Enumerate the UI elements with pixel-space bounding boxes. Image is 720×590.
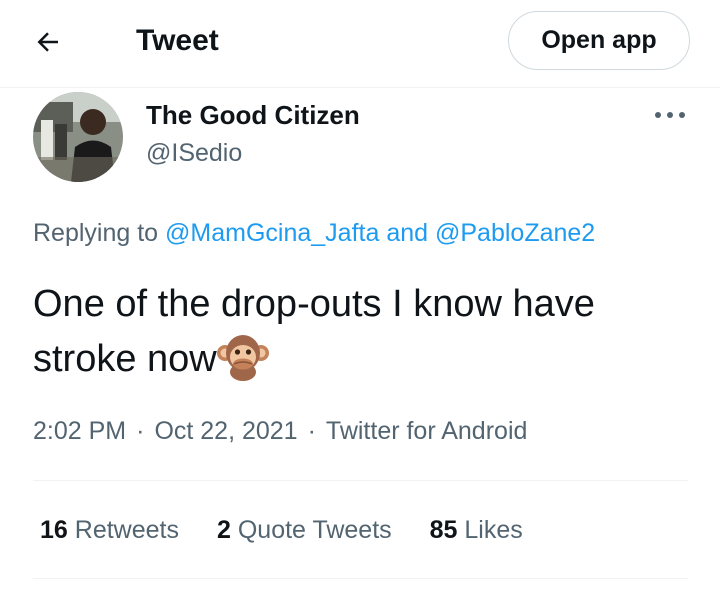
meta-separator: · <box>307 417 316 445</box>
author-handle[interactable]: @ISedio <box>146 137 242 169</box>
avatar-photo <box>33 92 123 182</box>
open-app-button[interactable]: Open app <box>508 11 690 70</box>
retweets-count: 16 <box>40 516 68 544</box>
retweets-stat[interactable]: 16 Retweets <box>40 512 179 548</box>
avatar[interactable] <box>33 92 123 182</box>
more-options-button[interactable] <box>650 100 690 130</box>
divider <box>33 480 688 481</box>
tweet-text-line-1: One of the drop-outs I know have <box>33 283 595 325</box>
retweets-label: Retweets <box>74 516 179 544</box>
tweet-text-line-2: stroke now <box>33 338 217 380</box>
replying-to: Replying to @MamGcina_Jafta and @PabloZa… <box>33 216 595 250</box>
tweet-date[interactable]: Oct 22, 2021 <box>154 417 297 445</box>
quotes-label: Quote Tweets <box>237 516 392 544</box>
top-bar: Tweet Open app <box>0 0 720 88</box>
likes-label: Likes <box>464 516 523 544</box>
meta-separator: · <box>136 417 145 445</box>
reply-joiner: and <box>386 219 429 247</box>
more-dots-icon <box>655 112 685 118</box>
back-button[interactable] <box>28 22 68 62</box>
tweet-meta: 2:02 PM · Oct 22, 2021 · Twitter for Android <box>33 414 527 448</box>
tweet-text: One of the drop-outs I know have stroke … <box>33 278 703 386</box>
page-title: Tweet <box>136 24 219 57</box>
tweet-source[interactable]: Twitter for Android <box>326 417 527 445</box>
reply-mention-2[interactable]: @PabloZane2 <box>435 219 595 247</box>
likes-stat[interactable]: 85 Likes <box>430 512 523 548</box>
speak-no-evil-monkey-emoji <box>216 335 269 381</box>
quote-tweets-stat[interactable]: 2 Quote Tweets <box>217 512 392 548</box>
likes-count: 85 <box>429 516 458 544</box>
replying-prefix: Replying to <box>33 219 159 247</box>
author-display-name[interactable]: The Good Citizen <box>146 99 360 131</box>
reply-mention-1[interactable]: @MamGcina_Jafta <box>165 219 379 247</box>
tweet-time[interactable]: 2:02 PM <box>33 417 126 445</box>
arrow-left-icon <box>37 32 58 52</box>
divider <box>33 578 688 579</box>
quotes-count: 2 <box>216 516 231 544</box>
tweet-stats: 16 Retweets 2 Quote Tweets 85 Likes <box>40 512 561 548</box>
